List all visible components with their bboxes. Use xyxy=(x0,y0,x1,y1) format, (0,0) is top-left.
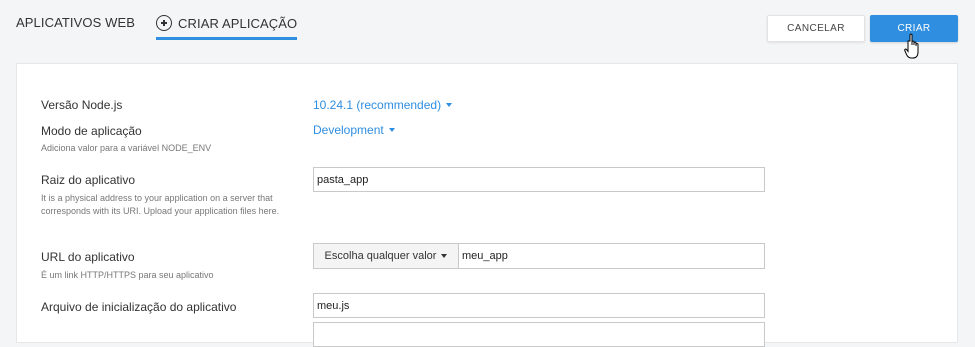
node-version-value: 10.24.1 (recommended) xyxy=(313,98,442,112)
caret-down-icon xyxy=(388,128,395,132)
node-version-label: Versão Node.js xyxy=(41,98,123,112)
caret-down-icon xyxy=(441,254,448,258)
app-mode-label: Modo de aplicação xyxy=(41,124,142,138)
app-root-label: Raiz do aplicativo xyxy=(41,173,136,187)
domain-select[interactable]: Escolha qualquer valor xyxy=(314,244,459,268)
app-url-input[interactable]: meu_app xyxy=(459,244,508,268)
app-url-field: Escolha qualquer valor meu_app xyxy=(313,243,765,269)
hand-pointer-icon xyxy=(904,33,919,59)
top-bar: APLICATIVOS WEB CRIAR APLICAÇÃO CANCELAR… xyxy=(0,0,975,60)
tab-create-app-label: CRIAR APLICAÇÃO xyxy=(178,15,298,31)
app-root-hint: It is a physical address to your applica… xyxy=(41,193,280,216)
app-mode-hint: Adiciona valor para a variável NODE_ENV xyxy=(41,143,212,153)
startup-file-input[interactable]: meu.js xyxy=(313,293,765,318)
next-field-input[interactable] xyxy=(313,322,765,347)
app-root-input[interactable]: pasta_app xyxy=(313,167,765,192)
tab-create-app[interactable]: CRIAR APLICAÇÃO xyxy=(156,15,298,40)
app-mode-dropdown[interactable]: Development xyxy=(313,123,395,137)
node-version-dropdown[interactable]: 10.24.1 (recommended) xyxy=(313,98,453,112)
create-app-form: Versão Node.js 10.24.1 (recommended) Mod… xyxy=(16,63,958,347)
domain-select-label: Escolha qualquer valor xyxy=(324,250,437,262)
app-url-hint: É um link HTTP/HTTPS para seu aplicativo xyxy=(41,270,214,280)
cancel-button[interactable]: CANCELAR xyxy=(767,15,865,42)
startup-file-label: Arquivo de inicialização do aplicativo xyxy=(41,300,237,314)
caret-down-icon xyxy=(446,103,453,107)
tab-web-apps[interactable]: APLICATIVOS WEB xyxy=(16,15,135,30)
app-mode-value: Development xyxy=(313,123,384,137)
plus-circle-icon xyxy=(156,15,172,31)
app-url-label: URL do aplicativo xyxy=(41,250,135,264)
